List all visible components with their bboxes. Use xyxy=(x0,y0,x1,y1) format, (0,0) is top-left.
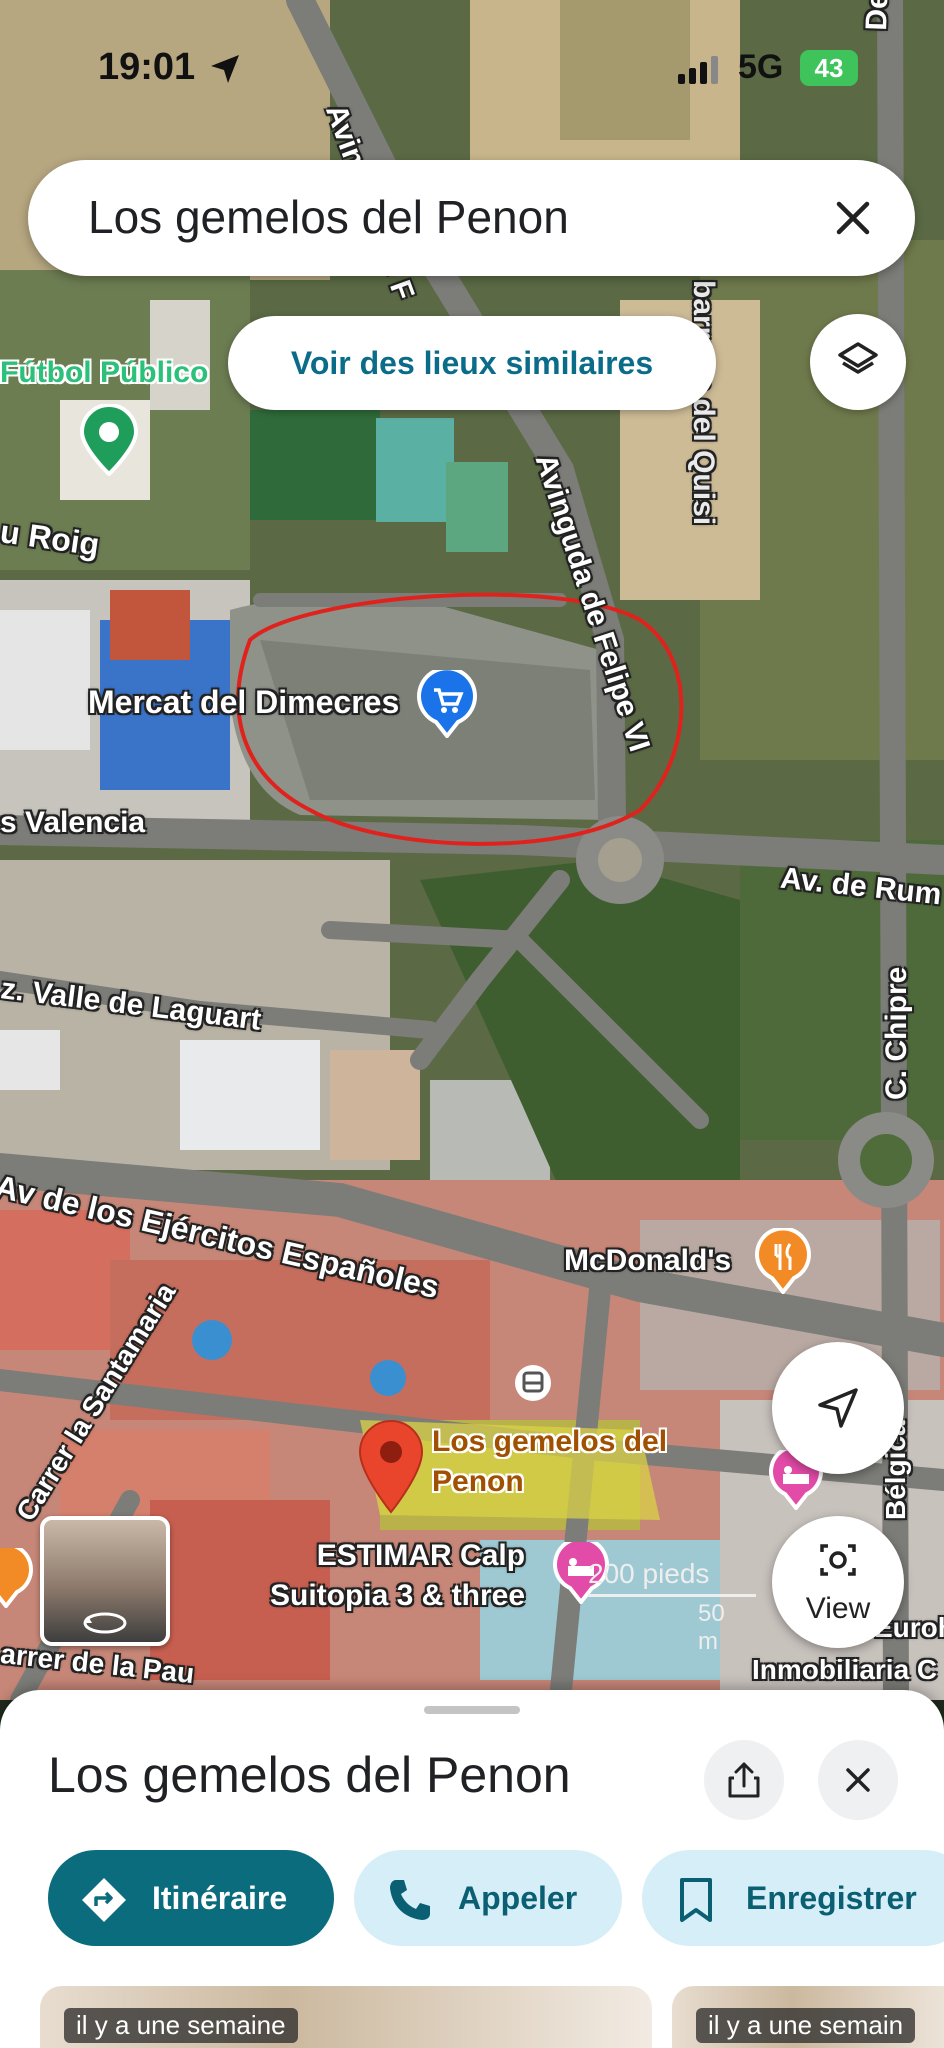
poi-label-estimar-line1: ESTIMAR Calp xyxy=(316,1539,526,1572)
action-buttons-row: Itinéraire Appeler Enregistrer xyxy=(0,1850,944,1950)
poi-label-estimar-line2: Suitopia 3 & three xyxy=(270,1579,526,1612)
poi-pin-futbol[interactable] xyxy=(78,404,140,476)
my-location-button[interactable] xyxy=(772,1342,904,1474)
location-arrow-icon xyxy=(211,55,239,83)
directions-icon xyxy=(82,1878,126,1922)
poi-label-mercat[interactable]: Mercat del Dimecres xyxy=(88,684,399,721)
call-button[interactable]: Appeler xyxy=(354,1850,622,1946)
battery-level: 43 xyxy=(814,53,844,83)
layers-icon xyxy=(838,342,878,374)
directions-label: Itinéraire xyxy=(152,1880,288,1916)
sheet-drag-handle[interactable] xyxy=(424,1706,520,1714)
directions-button[interactable]: Itinéraire xyxy=(48,1850,334,1946)
share-icon xyxy=(728,1762,760,1798)
close-sheet-button[interactable] xyxy=(818,1740,898,1820)
search-bar[interactable]: Los gemelos del Penon xyxy=(28,160,915,276)
selected-place-pin[interactable] xyxy=(356,1418,426,1514)
battery-indicator: 43 xyxy=(800,50,858,86)
lens-view-button[interactable]: View xyxy=(772,1516,904,1648)
bookmark-icon xyxy=(680,1878,712,1922)
status-bar: 19:01 5G 43 xyxy=(0,0,944,120)
network-type: 5G xyxy=(738,48,784,86)
layers-button[interactable] xyxy=(810,314,906,410)
navigation-arrow-icon xyxy=(818,1388,858,1428)
photo-card[interactable]: il y a une semain xyxy=(672,1986,944,2048)
close-icon xyxy=(846,1768,870,1792)
selected-place-label[interactable]: Los gemelos del Penon xyxy=(432,1422,667,1502)
map-scale-sub: 50 m xyxy=(698,1600,725,1655)
search-query[interactable]: Los gemelos del Penon xyxy=(88,190,569,244)
status-time: 19:01 xyxy=(98,46,196,88)
shopping-cart-pin[interactable] xyxy=(416,670,478,738)
selected-place-label-line1: Los gemelos del xyxy=(432,1425,668,1458)
photo-date-label: il y a une semaine xyxy=(64,2008,298,2043)
map-scale-bar xyxy=(588,1594,756,1597)
map-scale: 200 pieds 50 m xyxy=(588,1558,756,1655)
rotate-360-icon xyxy=(83,1612,127,1634)
save-button[interactable]: Enregistrer xyxy=(642,1850,944,1946)
poi-label-inmobiliaria: Inmobiliaria C xyxy=(752,1654,938,1685)
poi-label-mcdonalds[interactable]: McDonald's xyxy=(564,1244,731,1278)
cellular-signal-icon xyxy=(678,56,718,84)
poi-label-estimar[interactable]: ESTIMAR Calp Suitopia 3 & three xyxy=(270,1536,525,1616)
call-label: Appeler xyxy=(458,1880,578,1916)
poi-label-futbol[interactable]: Fútbol Público xyxy=(0,356,208,390)
photo-card[interactable]: il y a une semaine xyxy=(40,1986,652,2048)
cafe-pin[interactable] xyxy=(0,1548,34,1608)
street-view-thumbnail[interactable] xyxy=(40,1516,170,1646)
map-scale-label: 200 pieds xyxy=(588,1558,710,1589)
bus-stop-icon[interactable] xyxy=(514,1364,552,1402)
street-label-valencia: s Valencia xyxy=(0,806,146,839)
place-bottom-sheet[interactable]: Los gemelos del Penon Itinéraire Appeler xyxy=(0,1690,944,2048)
share-button[interactable] xyxy=(704,1740,784,1820)
similar-places-button[interactable]: Voir des lieux similaires xyxy=(228,316,716,410)
selected-place-label-line2: Penon xyxy=(432,1465,524,1498)
phone-icon xyxy=(390,1880,430,1920)
place-title: Los gemelos del Penon xyxy=(48,1747,571,1803)
camera-lens-icon xyxy=(820,1544,856,1576)
photo-date-label: il y a une semain xyxy=(696,2008,916,2043)
save-label: Enregistrer xyxy=(746,1880,917,1916)
restaurant-pin[interactable] xyxy=(754,1228,812,1294)
clear-search-icon[interactable] xyxy=(829,194,877,242)
street-label-chipre: C. Chipre xyxy=(880,966,913,1100)
view-label: View xyxy=(805,1592,871,1625)
